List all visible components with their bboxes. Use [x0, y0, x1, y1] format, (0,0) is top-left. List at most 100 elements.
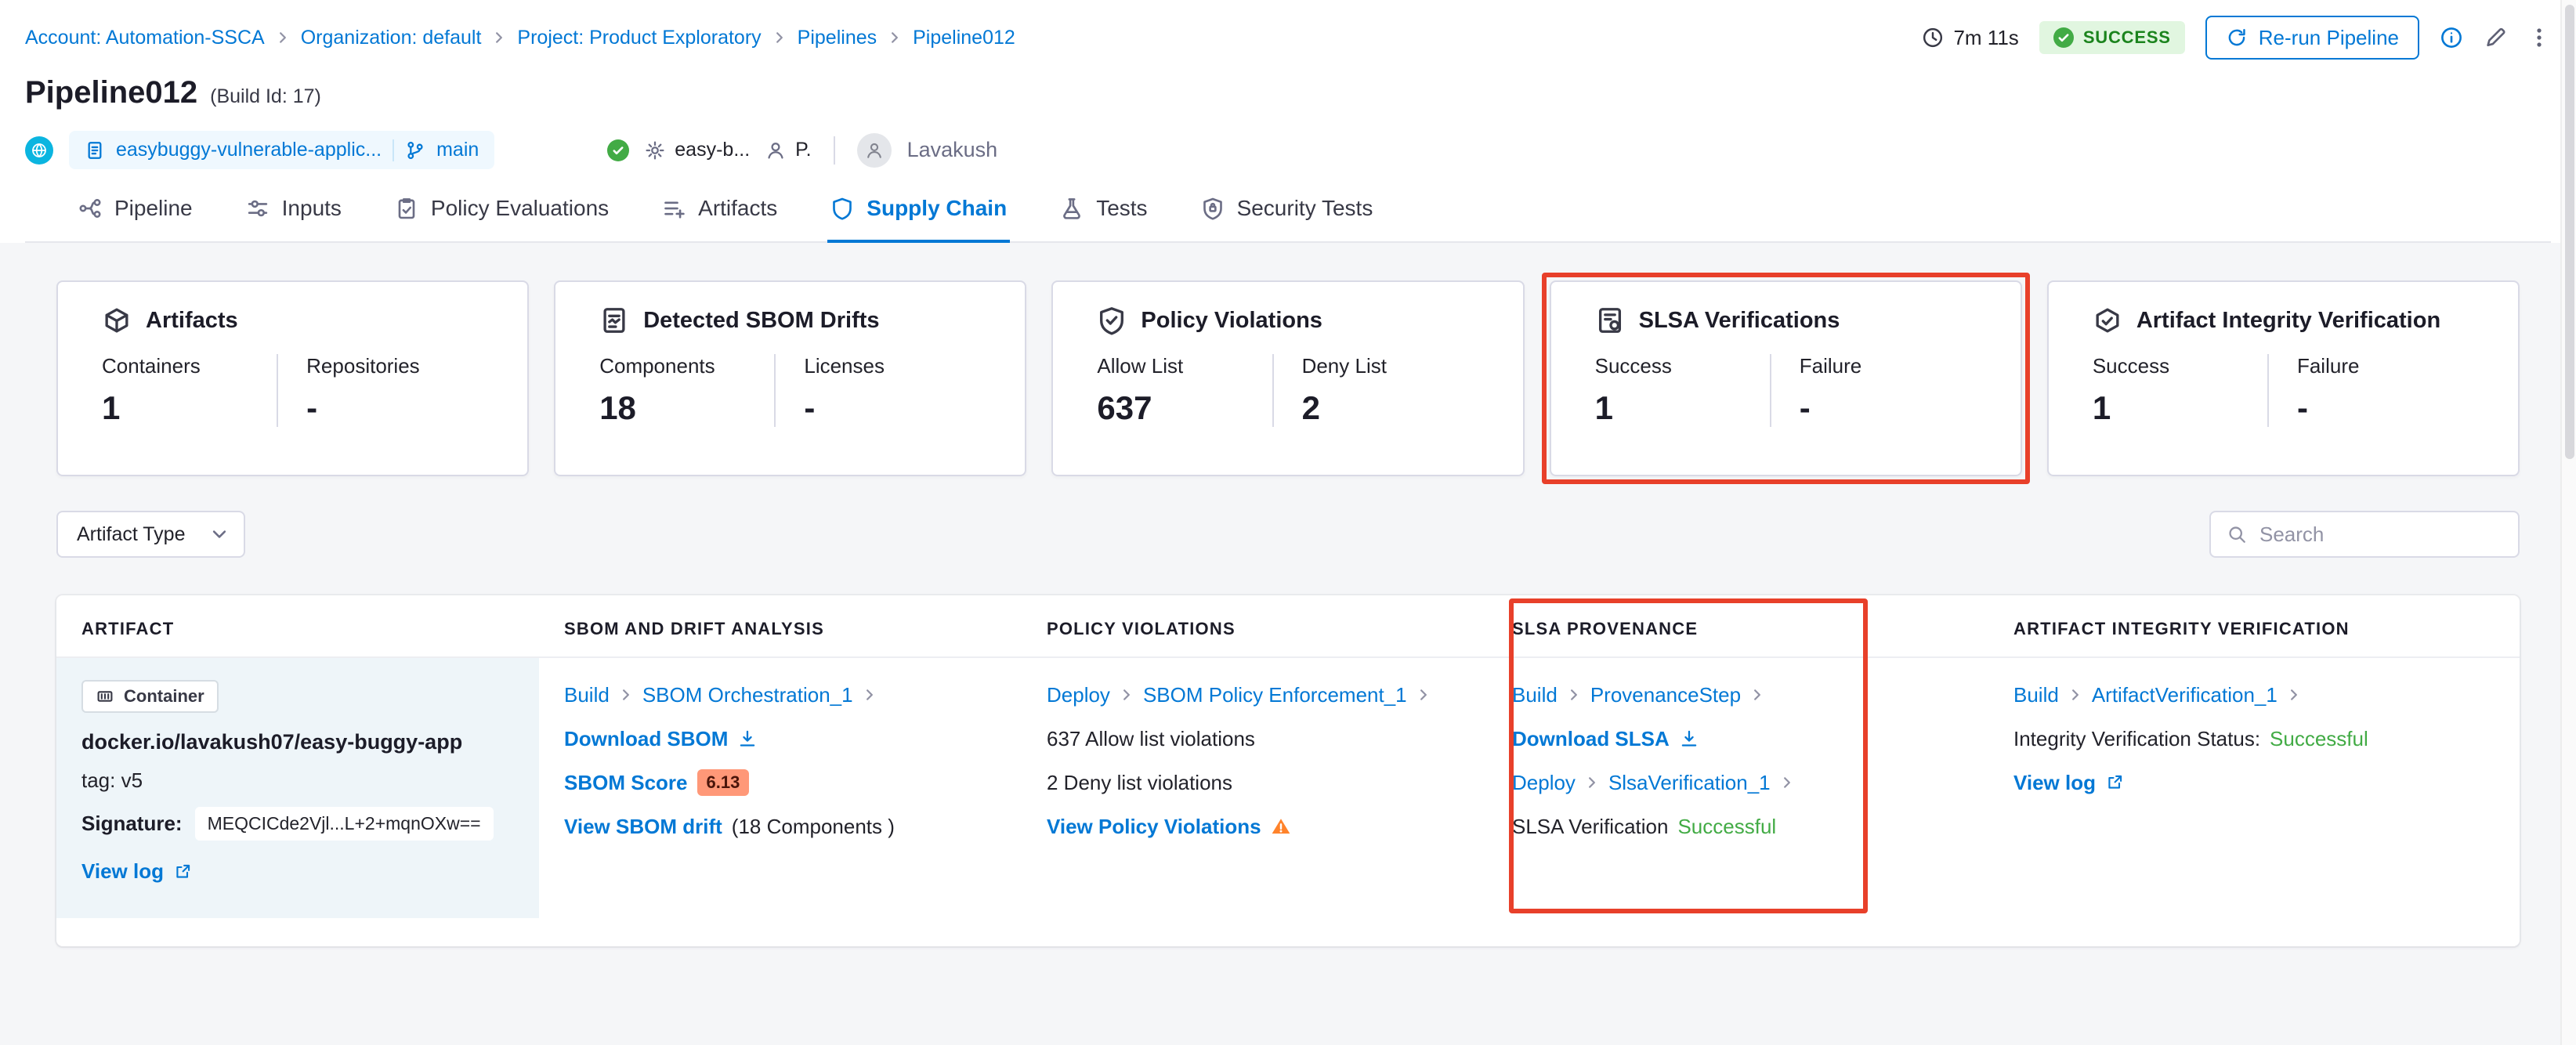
search-input[interactable] — [2259, 522, 2502, 547]
artifact-view-log-link[interactable]: View log — [81, 859, 192, 884]
container-icon — [96, 687, 114, 706]
integrity-status-value: Successful — [2270, 726, 2368, 750]
summary-cards: Artifacts Containers 1 Repositories - De… — [56, 273, 2520, 484]
chevron-right-icon — [2068, 688, 2082, 702]
chevron-right-icon — [888, 31, 902, 45]
view-policy-violations-link[interactable]: View Policy Violations — [1047, 815, 1261, 839]
info-icon[interactable] — [2440, 26, 2463, 49]
sbom-step-link[interactable]: SBOM Orchestration_1 — [642, 683, 853, 707]
metric-integrity-failure: Failure - — [2267, 354, 2490, 427]
tab-artifacts[interactable]: Artifacts — [659, 190, 780, 243]
col-header-artifact: ARTIFACT — [81, 619, 175, 638]
artifacts-icon — [662, 197, 686, 220]
view-sbom-drift-link[interactable]: View SBOM drift — [564, 815, 722, 839]
breadcrumb-row: Account: Automation-SSCA Organization: d… — [25, 16, 2551, 60]
metric-label: Success — [1594, 354, 1672, 378]
page-title: Pipeline012 — [25, 75, 198, 110]
download-sbom-link[interactable]: Download SBOM — [564, 727, 728, 751]
card-slsa-verifications: SLSA Verifications Success 1 Failure - — [1549, 280, 2022, 476]
artifact-verification-step-link[interactable]: ArtifactVerification_1 — [2092, 683, 2278, 707]
tab-supply-chain[interactable]: Supply Chain — [827, 190, 1011, 243]
divider — [833, 136, 835, 165]
search-box[interactable] — [2209, 511, 2520, 558]
chevron-right-icon — [1585, 776, 1599, 790]
trigger-user: P. — [765, 139, 812, 161]
download-icon — [737, 729, 758, 749]
sbom-score-link[interactable]: SBOM Score — [564, 771, 688, 795]
metric-slsa-success: Success 1 — [1595, 354, 1770, 427]
trigger-name: easy-b... — [675, 139, 751, 161]
integrity-status-label: Integrity Verification Status: — [2013, 726, 2261, 750]
chevron-right-icon — [1780, 776, 1794, 790]
tab-label: Supply Chain — [867, 196, 1008, 220]
sbom-stage-link[interactable]: Build — [564, 683, 610, 707]
allow-list-violations: 637 Allow list violations — [1047, 724, 1462, 754]
tab-inputs[interactable]: Inputs — [243, 190, 345, 243]
metric-value: - — [804, 389, 816, 426]
table-row: Container docker.io/lavakush07/easy-bugg… — [56, 658, 2520, 918]
branch-name: main — [436, 139, 479, 161]
artifact-type-text: Container — [124, 686, 204, 706]
card-title: Artifact Integrity Verification — [2136, 307, 2441, 333]
user-name: Lavakush — [906, 138, 998, 161]
tab-tests[interactable]: Tests — [1057, 190, 1150, 243]
chevron-down-icon — [211, 526, 228, 543]
policy-stage-link[interactable]: Deploy — [1047, 683, 1110, 707]
integrity-step-path: Build ArtifactVerification_1 — [2013, 680, 2495, 710]
supply-chain-panel: Artifacts Containers 1 Repositories - De… — [0, 243, 2576, 946]
ci-module-icon — [25, 136, 53, 165]
breadcrumb-account[interactable]: Account: Automation-SSCA — [25, 27, 265, 49]
status-dot-icon — [607, 139, 630, 161]
metric-label: Allow List — [1097, 354, 1184, 378]
slsa-status-line: SLSA Verification Successful — [1512, 812, 1963, 841]
deny-list-text: 2 Deny list violations — [1047, 770, 1232, 794]
status-badge-text: SUCCESS — [2082, 27, 2171, 47]
tab-label: Tests — [1096, 196, 1148, 220]
integrity-view-log-line: View log — [2013, 768, 2495, 797]
provenance-step-link[interactable]: ProvenanceStep — [1590, 683, 1741, 707]
run-controls: 7m 11s SUCCESS Re-run Pipeline — [1922, 16, 2551, 60]
slsa-verification-step-link[interactable]: SlsaVerification_1 — [1608, 771, 1771, 795]
certificate-icon — [1595, 306, 1625, 335]
scrollbar — [2560, 0, 2576, 1045]
sbom-cell: Build SBOM Orchestration_1 Download SBOM… — [539, 658, 1022, 918]
metric-value: 1 — [102, 389, 121, 426]
build-id: (Build Id: 17) — [210, 85, 321, 107]
trigger-short: P. — [795, 139, 812, 161]
tab-label: Artifacts — [698, 196, 778, 220]
metric-label: Containers — [102, 354, 201, 378]
breadcrumb-pipeline012[interactable]: Pipeline012 — [913, 27, 1015, 49]
sbom-step-path: Build SBOM Orchestration_1 — [564, 680, 997, 710]
inputs-icon — [246, 197, 270, 220]
card-slsa-verifications-wrap: SLSA Verifications Success 1 Failure - — [1541, 273, 2030, 484]
slsa-deploy-stage-link[interactable]: Deploy — [1512, 771, 1576, 795]
policy-step-path: Deploy SBOM Policy Enforcement_1 — [1047, 680, 1462, 710]
integrity-stage-link[interactable]: Build — [2013, 683, 2059, 707]
metric-allow-list: Allow List 637 — [1097, 354, 1272, 427]
slsa-build-stage-link[interactable]: Build — [1512, 683, 1558, 707]
table-header-row: ARTIFACT SBOM AND DRIFT ANALYSIS POLICY … — [56, 595, 2520, 658]
rerun-pipeline-button[interactable]: Re-run Pipeline — [2205, 16, 2419, 60]
integrity-view-log-link[interactable]: View log — [2013, 771, 2096, 795]
tab-pipeline[interactable]: Pipeline — [75, 190, 196, 243]
chevron-right-icon — [1750, 688, 1764, 702]
edit-pencil-icon[interactable] — [2484, 26, 2507, 49]
download-slsa-link[interactable]: Download SLSA — [1512, 727, 1670, 751]
breadcrumb-organization[interactable]: Organization: default — [301, 27, 482, 49]
filter-row: Artifact Type — [56, 511, 2520, 558]
artifact-type-label: Artifact Type — [77, 522, 186, 545]
repo-branch-chip[interactable]: easybuggy-vulnerable-applic... main — [69, 131, 495, 169]
breadcrumb-pipelines[interactable]: Pipelines — [798, 27, 877, 49]
tab-policy-evaluations[interactable]: Policy Evaluations — [392, 190, 612, 243]
tab-label: Security Tests — [1236, 196, 1373, 220]
card-policy-violations: Policy Violations Allow List 637 Deny Li… — [1051, 280, 1525, 476]
scrollbar-thumb[interactable] — [2565, 5, 2574, 459]
policy-step-link[interactable]: SBOM Policy Enforcement_1 — [1143, 683, 1407, 707]
more-options-icon[interactable] — [2527, 26, 2551, 49]
breadcrumb-project[interactable]: Project: Product Exploratory — [517, 27, 761, 49]
metric-components: Components 18 — [599, 354, 774, 427]
tab-security-tests[interactable]: Security Tests — [1198, 190, 1377, 243]
integrity-cell: Build ArtifactVerification_1 Integrity V… — [1988, 658, 2520, 918]
artifact-type-select[interactable]: Artifact Type — [56, 511, 245, 558]
chevron-right-icon — [492, 31, 506, 45]
